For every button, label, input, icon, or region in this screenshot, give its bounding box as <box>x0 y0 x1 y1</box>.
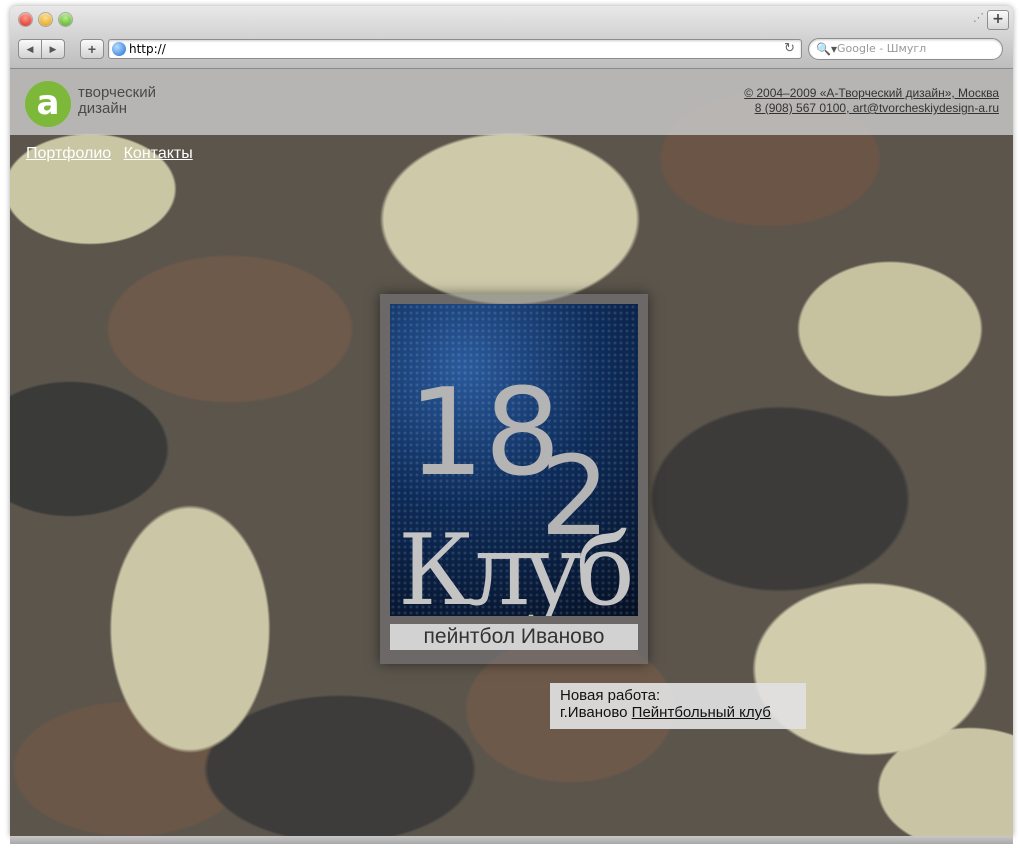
poster-number-top: 18 <box>408 364 561 503</box>
site-contacts: © 2004–2009 «А-Творческий дизайн», Москв… <box>744 86 999 116</box>
logo-icon[interactable]: a <box>25 81 71 127</box>
logo-text-line1: творческий <box>78 84 157 101</box>
search-placeholder: Google - Шмугл <box>837 42 927 55</box>
minimize-window-button[interactable] <box>39 13 52 26</box>
search-icon[interactable]: 🔍▾ <box>816 41 837 57</box>
globe-icon <box>112 42 126 56</box>
site-header: a творческий дизайн © 2004–2009 «А-Творч… <box>10 69 1013 135</box>
logo-text[interactable]: творческий дизайн <box>78 85 188 117</box>
menu-item-portfolio[interactable]: Портфолио <box>26 145 111 162</box>
contact-link[interactable]: 8 (908) 567 0100, art@tvorcheskiydesign-… <box>744 101 999 116</box>
window-bottom-edge <box>10 836 1013 844</box>
logo-text-line2: дизайн <box>78 100 128 117</box>
poster-art: 18 2 Клуб <box>398 364 637 616</box>
menu-item-contacts[interactable]: Контакты <box>124 145 193 162</box>
news-city: г.Иваново <box>560 704 628 721</box>
featured-work-poster[interactable]: 18 2 Клуб пейнтбол Иваново <box>380 294 648 664</box>
poster-title: Клуб <box>398 514 631 616</box>
search-field[interactable]: 🔍▾ Google - Шмугл <box>808 38 1003 60</box>
poster-caption: пейнтбол Иваново <box>390 624 638 650</box>
news-box: Новая работа: г.Иваново Пейнтбольный клу… <box>550 683 806 729</box>
reload-icon[interactable]: ↻ <box>784 40 795 58</box>
address-bar[interactable]: http:// ↻ <box>108 39 802 59</box>
copyright-link[interactable]: © 2004–2009 «А-Творческий дизайн», Москв… <box>744 86 999 101</box>
news-link[interactable]: Пейнтбольный клуб <box>632 704 771 721</box>
poster-background: 18 2 Клуб <box>390 304 638 616</box>
close-window-button[interactable] <box>19 13 32 26</box>
news-line: г.Иваново Пейнтбольный клуб <box>560 704 796 721</box>
forward-button[interactable]: ▶ <box>41 39 65 59</box>
back-button[interactable]: ◀ <box>18 39 42 59</box>
page-content: a творческий дизайн © 2004–2009 «А-Творч… <box>10 69 1013 836</box>
new-tab-button[interactable]: + <box>987 10 1009 30</box>
main-menu: Портфолио Контакты <box>26 144 201 164</box>
add-bookmark-button[interactable]: + <box>80 39 104 59</box>
grip-icon: ⋰ <box>973 12 984 24</box>
browser-window: ⋰ + ◀ ▶ + http:// ↻ 🔍▾ Google - Шмугл a … <box>10 6 1013 836</box>
browser-toolbar: ⋰ + ◀ ▶ + http:// ↻ 🔍▾ Google - Шмугл <box>10 6 1013 69</box>
news-heading: Новая работа: <box>560 687 661 704</box>
zoom-window-button[interactable] <box>59 13 72 26</box>
url-text[interactable]: http:// <box>129 41 166 57</box>
